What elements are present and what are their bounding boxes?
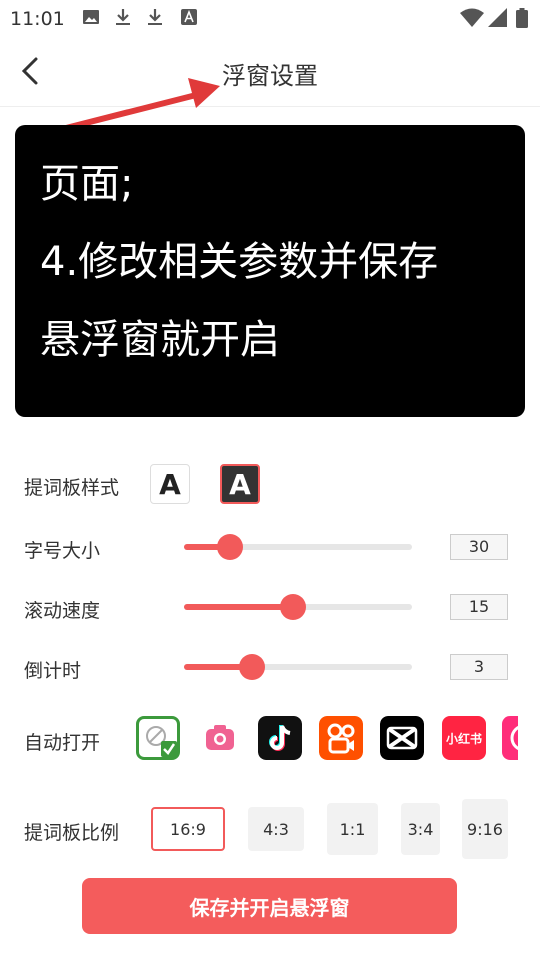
style-light-glyph: A <box>159 467 181 501</box>
no-app-selected-icon[interactable] <box>136 716 180 760</box>
partial-app-icon[interactable] <box>502 716 518 760</box>
countdown-label: 倒计时 <box>24 660 82 682</box>
font-size-slider[interactable] <box>184 534 412 560</box>
countdown-slider[interactable] <box>184 654 412 680</box>
countdown-value[interactable]: 3 <box>450 654 508 680</box>
style-light-option[interactable]: A <box>150 464 190 504</box>
scroll-speed-slider[interactable] <box>184 594 412 620</box>
download-icon <box>116 9 130 25</box>
camera-icon[interactable] <box>198 716 242 760</box>
slider-thumb[interactable] <box>280 594 307 620</box>
scroll-speed-label: 滚动速度 <box>24 600 101 622</box>
preview-line: 4.修改相关参数并保存 <box>40 239 439 285</box>
save-and-open-button[interactable]: 保存并开启悬浮窗 <box>82 878 457 934</box>
ratio-option[interactable]: 1:1 <box>327 803 378 855</box>
slider-fill <box>184 604 294 610</box>
image-notification-icon <box>83 10 99 24</box>
auto-open-label: 自动打开 <box>24 732 101 754</box>
signal-icon <box>488 8 507 27</box>
wifi-icon <box>460 8 484 27</box>
scroll-speed-value[interactable]: 15 <box>450 594 508 620</box>
battery-icon <box>516 8 528 28</box>
font-size-label: 字号大小 <box>24 540 101 562</box>
slider-thumb[interactable] <box>239 654 266 680</box>
download-icon <box>148 9 162 25</box>
preview-line: 悬浮窗就开启 <box>40 317 280 363</box>
ratio-option[interactable]: 4:3 <box>248 807 304 851</box>
slider-thumb[interactable] <box>216 534 243 560</box>
style-dark-option[interactable]: A <box>220 464 260 504</box>
xiaohongshu-icon[interactable]: 小红书 <box>442 716 486 760</box>
capcut-icon[interactable] <box>380 716 424 760</box>
teleprompter-preview: 页面; 4.修改相关参数并保存 悬浮窗就开启 <box>15 125 525 417</box>
status-bar: 11:01 <box>0 0 540 36</box>
text-notification-icon <box>181 9 197 25</box>
ratio-option[interactable]: 3:4 <box>401 803 440 855</box>
ratio-option[interactable]: 16:9 <box>151 807 225 851</box>
style-label: 提词板样式 <box>24 477 120 499</box>
font-size-value[interactable]: 30 <box>450 534 508 560</box>
preview-line: 页面; <box>40 161 134 207</box>
ratio-option[interactable]: 9:16 <box>462 799 508 859</box>
kuaishou-icon[interactable] <box>319 716 363 760</box>
douyin-icon[interactable] <box>258 716 302 760</box>
status-time: 11:01 <box>10 8 65 30</box>
style-dark-glyph: A <box>229 467 251 501</box>
ratio-label: 提词板比例 <box>24 822 120 844</box>
